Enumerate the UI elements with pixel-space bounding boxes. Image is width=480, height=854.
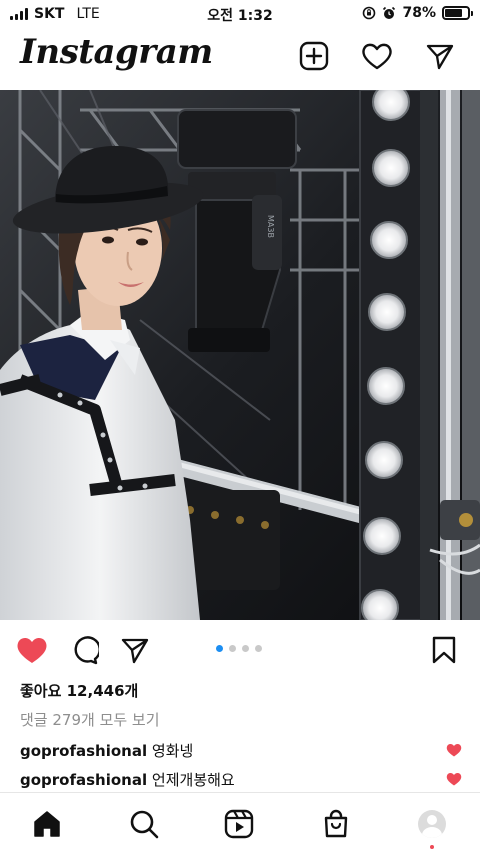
- nav-search[interactable]: [127, 807, 161, 841]
- comment-text: 영화넹: [151, 742, 194, 760]
- bottom-nav: [0, 792, 480, 854]
- battery-percent: 78%: [402, 5, 436, 21]
- comment-text: 언제개봉해요: [151, 771, 235, 789]
- carousel-dot: [229, 645, 236, 652]
- nav-profile[interactable]: [415, 807, 449, 841]
- nav-shop[interactable]: [319, 807, 353, 841]
- comment-icon: [74, 636, 99, 665]
- nav-reels[interactable]: [222, 807, 256, 841]
- comment-like-icon[interactable]: [446, 742, 462, 758]
- direct-message-button[interactable]: [424, 40, 456, 72]
- like-count[interactable]: 좋아요 12,446개: [20, 680, 138, 701]
- home-icon: [34, 811, 60, 837]
- view-all-comments-link[interactable]: 댓글 279개 모두 보기: [20, 709, 160, 730]
- heart-icon: [362, 43, 392, 70]
- carousel-dot: [242, 645, 249, 652]
- share-button[interactable]: [119, 634, 151, 666]
- comment-like-icon[interactable]: [446, 771, 462, 787]
- instagram-logo[interactable]: Instagram: [20, 32, 213, 72]
- heart-filled-icon: [17, 637, 47, 663]
- search-icon: [130, 810, 159, 839]
- status-right: 78%: [362, 5, 473, 21]
- svg-text:MA3B: MA3B: [266, 215, 275, 238]
- reels-icon: [224, 809, 254, 839]
- carousel-indicator: [216, 645, 262, 652]
- comment-username[interactable]: goprofashional: [20, 742, 147, 760]
- comment-row: goprofashional 언제개봉해요: [20, 769, 462, 790]
- comment-username[interactable]: goprofashional: [20, 771, 147, 789]
- orientation-lock-icon: [363, 6, 376, 20]
- post-action-bar: [0, 628, 480, 672]
- post-photo[interactable]: MA3B: [0, 90, 480, 620]
- status-bar: SKT LTE 오전 1:32 78%: [0, 0, 480, 28]
- notification-dot: [430, 845, 434, 849]
- battery-fill: [445, 9, 463, 17]
- share-icon: [121, 638, 149, 664]
- post-image: MA3B: [0, 90, 480, 620]
- direct-message-icon: [426, 44, 454, 70]
- bookmark-icon: [432, 636, 456, 664]
- alarm-icon: [383, 6, 396, 19]
- profile-avatar: [418, 810, 446, 838]
- new-post-button[interactable]: [298, 40, 330, 72]
- app-header: Instagram: [0, 28, 480, 88]
- carousel-dot: [255, 645, 262, 652]
- save-button[interactable]: [428, 634, 460, 666]
- battery-icon: [442, 6, 473, 20]
- nav-home[interactable]: [30, 807, 64, 841]
- shop-icon: [324, 809, 348, 838]
- comment-button[interactable]: [68, 634, 100, 666]
- comment-row: goprofashional 영화넹: [20, 740, 462, 761]
- activity-button[interactable]: [361, 40, 393, 72]
- carousel-dot: [216, 645, 223, 652]
- new-post-icon: [299, 41, 329, 71]
- like-button[interactable]: [16, 634, 48, 666]
